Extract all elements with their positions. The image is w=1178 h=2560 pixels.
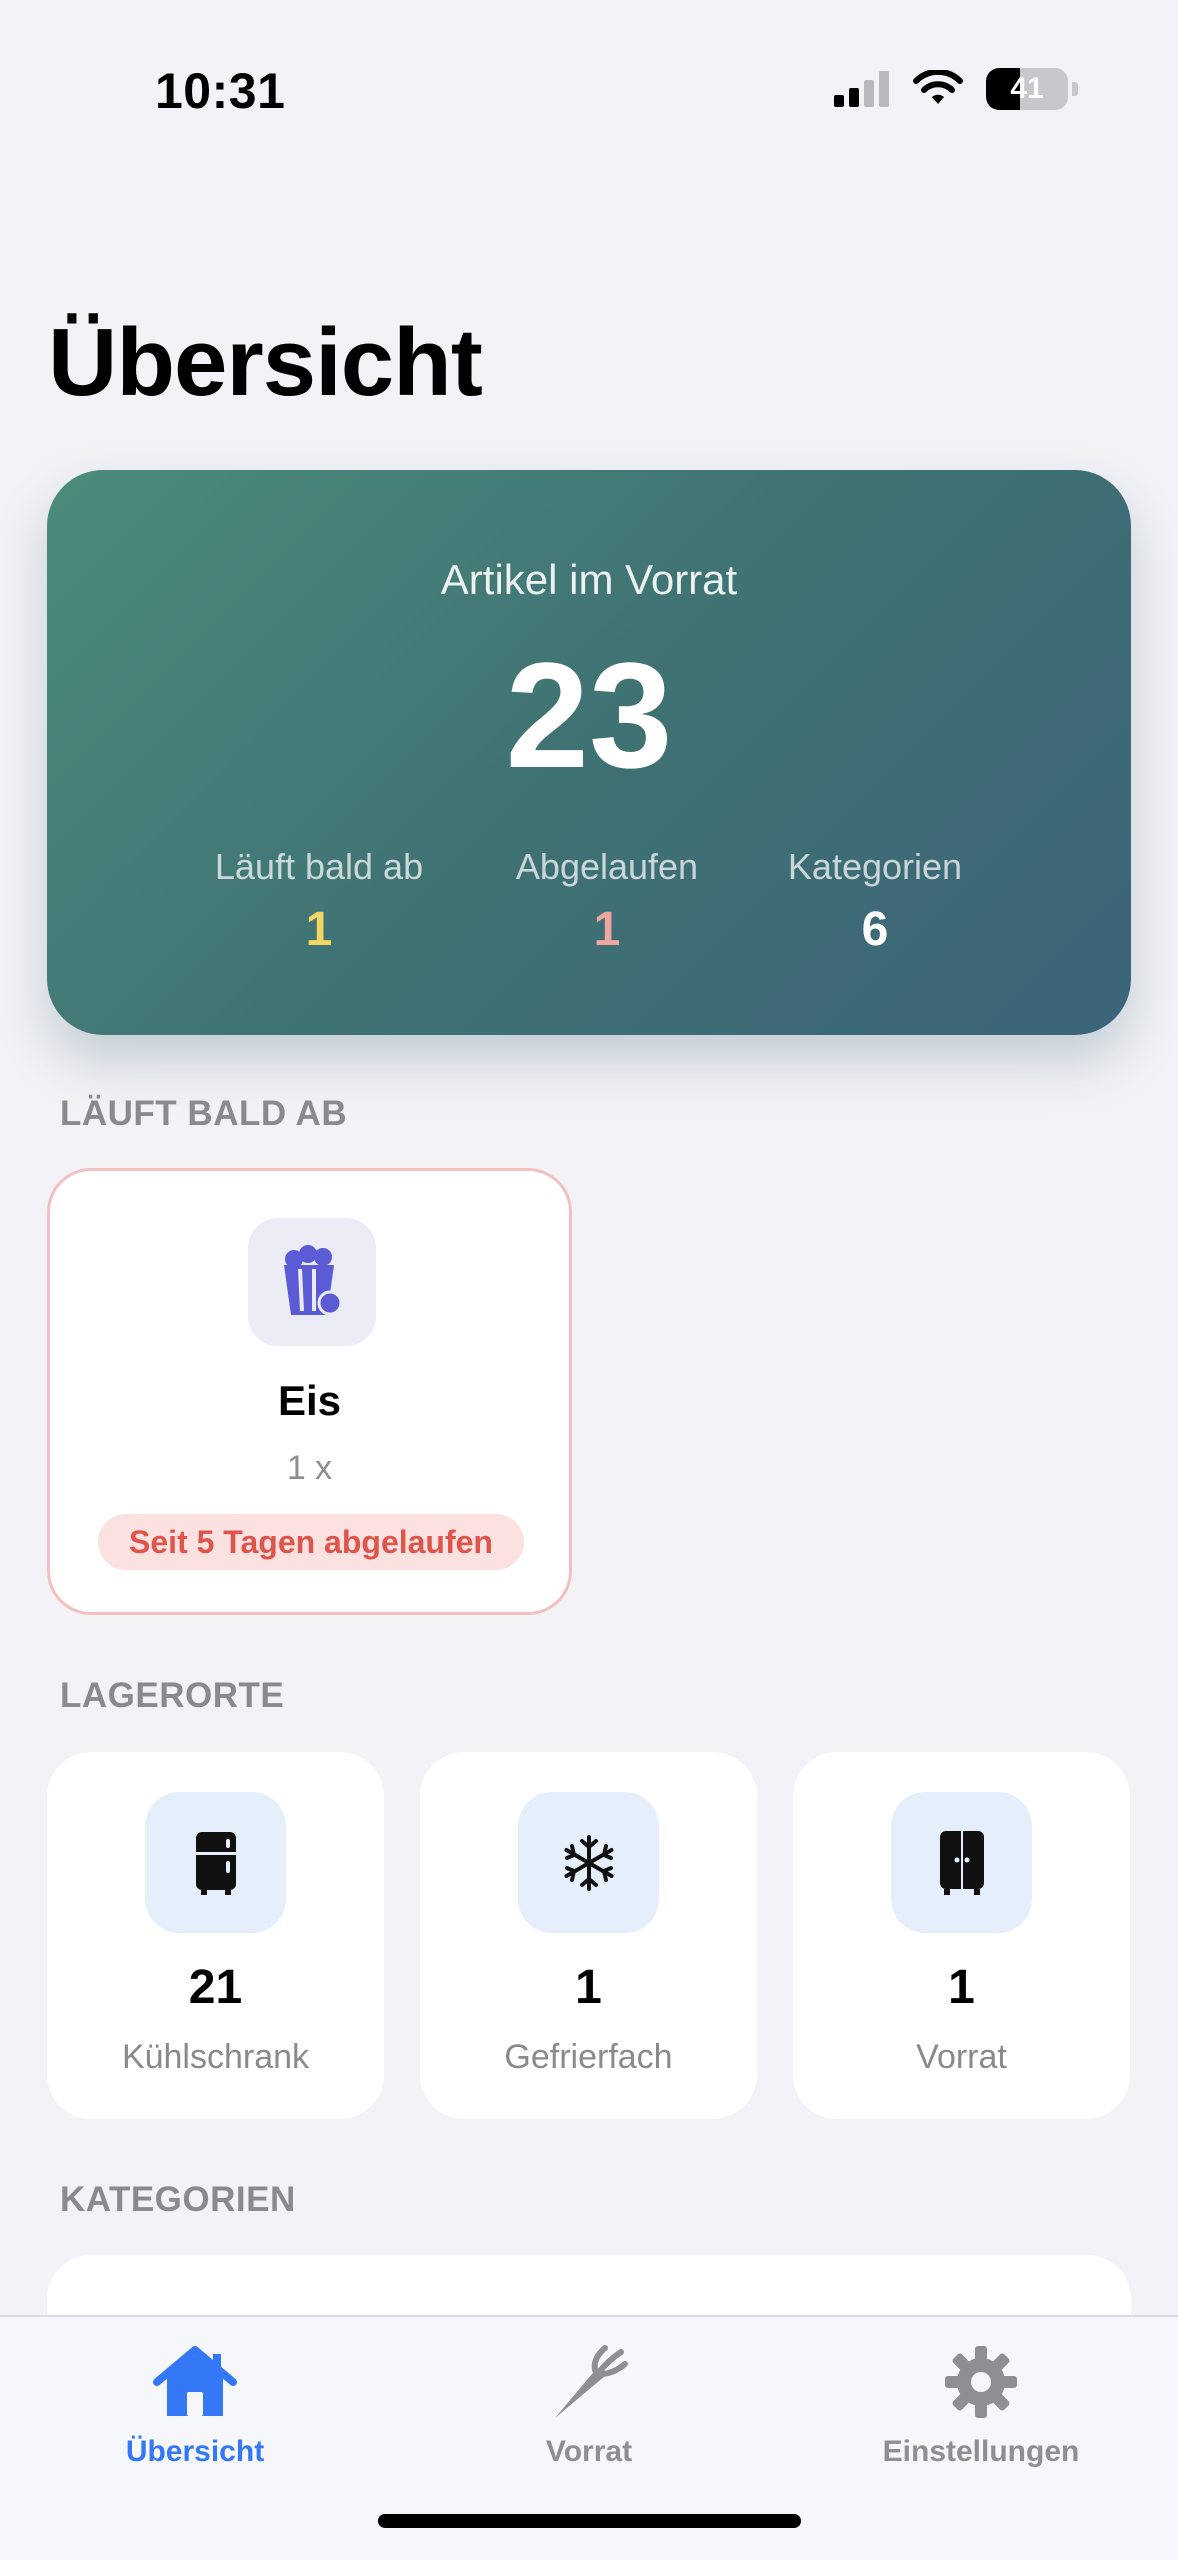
stat-label: Abgelaufen xyxy=(515,846,699,887)
overview-screen: 10:31 41 Übersicht Artikel im Vorrat 23 … xyxy=(0,0,1178,2560)
expiring-item-card[interactable]: Eis 1 x Seit 5 Tagen abgelaufen xyxy=(47,1168,572,1615)
summary-count: 23 xyxy=(505,631,673,799)
snowflake-icon xyxy=(518,1792,659,1933)
stat-expiring-soon: Läuft bald ab 1 xyxy=(169,846,469,957)
refrigerator-icon xyxy=(145,1792,286,1933)
house-icon xyxy=(45,2337,345,2427)
item-quantity: 1 x xyxy=(286,1449,333,1487)
stat-value: 1 xyxy=(593,903,621,956)
battery-cap xyxy=(1072,82,1078,96)
location-name: Kühlschrank xyxy=(121,2038,310,2076)
section-header-categories: KATEGORIEN xyxy=(60,2180,296,2219)
cellular-signal-icon xyxy=(834,71,889,107)
home-indicator[interactable] xyxy=(378,2514,801,2528)
location-count: 1 xyxy=(948,1961,975,2014)
stat-value: 1 xyxy=(305,903,333,956)
location-card-pantry[interactable]: 1 Vorrat xyxy=(793,1752,1130,2119)
tab-label: Vorrat xyxy=(545,2435,633,2468)
tab-pantry[interactable]: Vorrat xyxy=(439,2337,739,2469)
location-card-fridge[interactable]: 21 Kühlschrank xyxy=(47,1752,384,2119)
battery-icon: 41 xyxy=(986,68,1068,110)
stat-expired: Abgelaufen 1 xyxy=(457,846,757,957)
wifi-icon xyxy=(913,70,963,104)
tab-settings[interactable]: Einstellungen xyxy=(831,2337,1131,2469)
stat-value: 6 xyxy=(861,903,889,956)
tab-label: Übersicht xyxy=(125,2435,265,2468)
carrot-icon xyxy=(439,2337,739,2427)
gear-icon xyxy=(831,2337,1131,2427)
popcorn-icon xyxy=(248,1218,376,1346)
cabinet-icon xyxy=(891,1792,1032,1933)
location-card-freezer[interactable]: 1 Gefrierfach xyxy=(420,1752,757,2119)
location-name: Gefrierfach xyxy=(504,2038,673,2076)
tab-label: Einstellungen xyxy=(882,2435,1080,2468)
stat-label: Kategorien xyxy=(787,846,963,887)
stat-label: Läuft bald ab xyxy=(214,846,424,887)
section-header-locations: LAGERORTE xyxy=(60,1676,285,1715)
stat-categories: Kategorien 6 xyxy=(725,846,1025,957)
summary-card[interactable]: Artikel im Vorrat 23 Läuft bald ab 1 Abg… xyxy=(47,470,1131,1035)
summary-label: Artikel im Vorrat xyxy=(440,556,738,603)
battery-level: 41 xyxy=(1010,72,1044,105)
location-count: 21 xyxy=(188,1961,243,2014)
section-header-expiring: LÄUFT BALD AB xyxy=(60,1094,348,1133)
location-name: Vorrat xyxy=(916,2038,1007,2076)
status-time: 10:31 xyxy=(155,63,286,119)
page-title: Übersicht xyxy=(48,309,483,416)
item-name: Eis xyxy=(277,1377,342,1424)
tab-overview[interactable]: Übersicht xyxy=(45,2337,345,2469)
location-count: 1 xyxy=(575,1961,602,2014)
status-icons: 41 xyxy=(834,68,1078,110)
expired-badge: Seit 5 Tagen abgelaufen xyxy=(98,1514,524,1570)
